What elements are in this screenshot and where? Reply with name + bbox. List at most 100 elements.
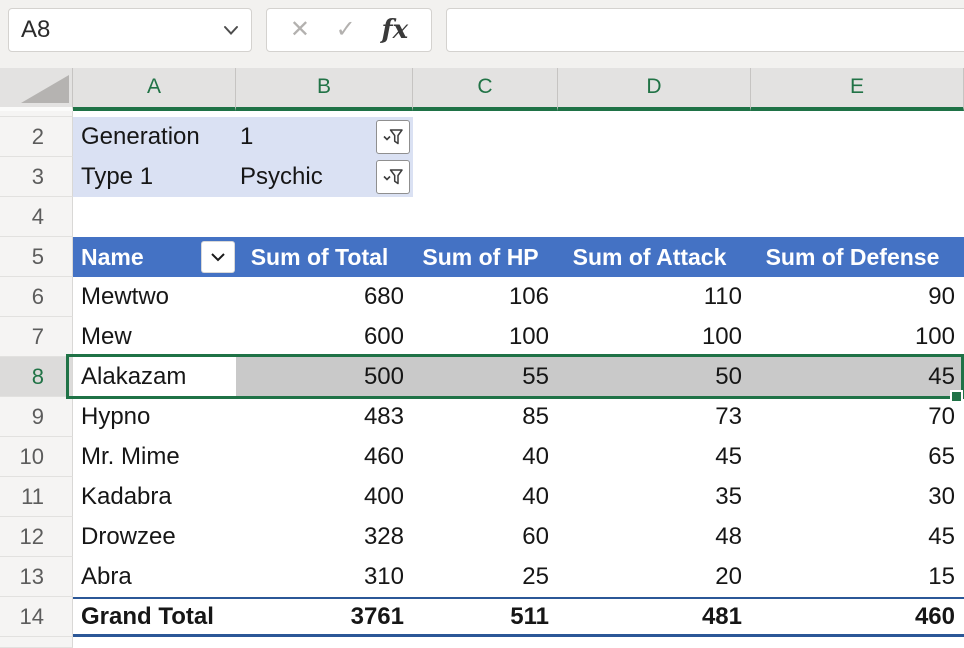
filter-type1-dropdown-button[interactable]	[376, 160, 410, 194]
cell-hp[interactable]: 25	[413, 557, 558, 597]
filter-generation-dropdown-button[interactable]	[376, 120, 410, 154]
cell[interactable]	[558, 197, 751, 237]
column-header-c[interactable]: C	[413, 68, 558, 111]
pivot-header-hp[interactable]: Sum of HP	[413, 237, 558, 277]
cell-attack[interactable]: 100	[558, 317, 751, 357]
cell-name[interactable]: Abra	[73, 557, 236, 597]
cell[interactable]	[236, 197, 413, 237]
cell-defense[interactable]: 70	[751, 397, 964, 437]
cell-hp[interactable]: 100	[413, 317, 558, 357]
cell-hp[interactable]: 40	[413, 477, 558, 517]
cell-total[interactable]: 500	[236, 357, 413, 397]
row-header-6[interactable]: 6	[0, 277, 73, 317]
cell-defense[interactable]: 45	[751, 357, 964, 397]
cell-total[interactable]: 400	[236, 477, 413, 517]
active-cell-name[interactable]: Alakazam	[73, 357, 236, 397]
column-header-a[interactable]: A	[73, 68, 236, 111]
row-header-9[interactable]: 9	[0, 397, 73, 437]
cell[interactable]	[558, 637, 751, 648]
filter-generation-value[interactable]: 1	[236, 117, 413, 157]
name-field-dropdown-button[interactable]	[202, 242, 234, 272]
cell-attack[interactable]: 50	[558, 357, 751, 397]
cell[interactable]	[413, 117, 558, 157]
cell-defense[interactable]: 90	[751, 277, 964, 317]
cancel-icon[interactable]: ✕	[290, 18, 310, 42]
cell-attack[interactable]: 73	[558, 397, 751, 437]
cell-hp[interactable]: 60	[413, 517, 558, 557]
row-header-4[interactable]: 4	[0, 197, 73, 237]
cell-total[interactable]: 680	[236, 277, 413, 317]
pivot-header-name[interactable]: Name	[73, 237, 236, 277]
pivot-header-attack[interactable]: Sum of Attack	[558, 237, 751, 277]
name-box-chevron-down-icon[interactable]	[223, 25, 239, 36]
cell[interactable]	[413, 157, 558, 197]
fill-handle[interactable]	[950, 390, 963, 403]
cell[interactable]	[751, 197, 964, 237]
row-header-10[interactable]: 10	[0, 437, 73, 477]
row-header-2[interactable]: 2	[0, 117, 73, 157]
grand-total-defense[interactable]: 460	[751, 597, 964, 637]
cell-name[interactable]: Hypno	[73, 397, 236, 437]
row-header-14[interactable]: 14	[0, 597, 73, 637]
cell[interactable]	[73, 637, 236, 648]
row-header-11[interactable]: 11	[0, 477, 73, 517]
pivot-header-defense[interactable]: Sum of Defense	[751, 237, 964, 277]
row-header-5[interactable]: 5	[0, 237, 73, 277]
select-all-corner[interactable]	[0, 68, 73, 111]
fx-icon[interactable]: fx	[381, 17, 408, 43]
cell-name[interactable]: Drowzee	[73, 517, 236, 557]
column-header-d[interactable]: D	[558, 68, 751, 111]
formula-input[interactable]	[446, 8, 964, 52]
cell-total[interactable]: 600	[236, 317, 413, 357]
cell[interactable]	[751, 637, 964, 648]
cell[interactable]	[413, 197, 558, 237]
cell-total[interactable]: 460	[236, 437, 413, 477]
cell-name[interactable]: Mewtwo	[73, 277, 236, 317]
row-header-13[interactable]: 13	[0, 557, 73, 597]
pivot-header-total[interactable]: Sum of Total	[236, 237, 413, 277]
cell[interactable]	[73, 197, 236, 237]
cell[interactable]	[236, 637, 413, 648]
grand-total-attack[interactable]: 481	[558, 597, 751, 637]
row-header-8[interactable]: 8	[0, 357, 73, 397]
cell-name[interactable]: Kadabra	[73, 477, 236, 517]
cell[interactable]	[751, 117, 964, 157]
confirm-icon[interactable]: ✓	[336, 18, 356, 42]
cell-attack[interactable]: 45	[558, 437, 751, 477]
cell-hp[interactable]: 106	[413, 277, 558, 317]
cell-defense[interactable]: 15	[751, 557, 964, 597]
cell-attack[interactable]: 110	[558, 277, 751, 317]
cell[interactable]	[558, 157, 751, 197]
cell-attack[interactable]: 20	[558, 557, 751, 597]
cell-total[interactable]: 310	[236, 557, 413, 597]
filter-generation-label[interactable]: Generation	[73, 117, 236, 157]
name-box[interactable]: A8	[8, 8, 252, 52]
grand-total-hp[interactable]: 511	[413, 597, 558, 637]
cell-name[interactable]: Mr. Mime	[73, 437, 236, 477]
cell-total[interactable]: 328	[236, 517, 413, 557]
cell[interactable]	[413, 637, 558, 648]
column-header-b[interactable]: B	[236, 68, 413, 111]
column-header-e[interactable]: E	[751, 68, 964, 111]
cell-attack[interactable]: 48	[558, 517, 751, 557]
cell[interactable]	[751, 157, 964, 197]
cell-name[interactable]: Mew	[73, 317, 236, 357]
filter-type1-label[interactable]: Type 1	[73, 157, 236, 197]
cell-defense[interactable]: 45	[751, 517, 964, 557]
cell-defense[interactable]: 100	[751, 317, 964, 357]
filter-type1-value[interactable]: Psychic	[236, 157, 413, 197]
cell-total[interactable]: 483	[236, 397, 413, 437]
cell[interactable]	[558, 117, 751, 157]
cell-defense[interactable]: 65	[751, 437, 964, 477]
cell-hp[interactable]: 55	[413, 357, 558, 397]
row-header-7[interactable]: 7	[0, 317, 73, 357]
cell-hp[interactable]: 85	[413, 397, 558, 437]
row-header-15[interactable]	[0, 637, 73, 648]
cell-attack[interactable]: 35	[558, 477, 751, 517]
cell-defense[interactable]: 30	[751, 477, 964, 517]
grand-total-total[interactable]: 3761	[236, 597, 413, 637]
grand-total-label[interactable]: Grand Total	[73, 597, 236, 637]
row-header-3[interactable]: 3	[0, 157, 73, 197]
cell-hp[interactable]: 40	[413, 437, 558, 477]
row-header-12[interactable]: 12	[0, 517, 73, 557]
